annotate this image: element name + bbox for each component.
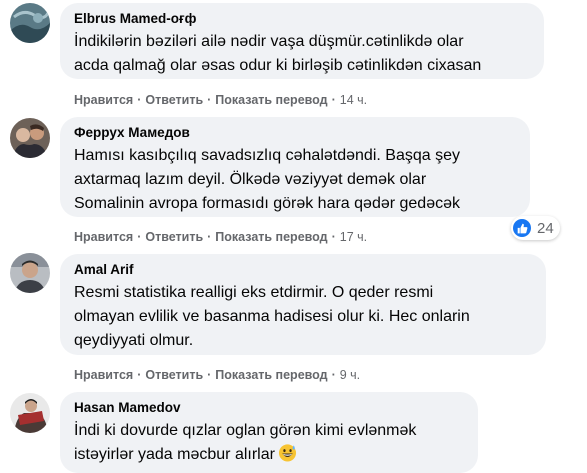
reply-link[interactable]: Ответить — [145, 93, 203, 107]
comment-text-line: acda qalmağ olar əsas odur ki birləşib c… — [74, 57, 482, 74]
comment-actions: Нравится · Ответить · Показать перевод · 9 ч. — [74, 367, 360, 383]
like-link[interactable]: Нравится — [74, 230, 133, 244]
comment-bubble: Amal Arif Resmi statistika realligi eks … — [60, 254, 546, 355]
comment-text: İndi ki dovurde qızlar oglan görən kimi … — [74, 419, 466, 467]
comment-text-line: Resmi statistika realligi eks etdirmir. … — [74, 284, 434, 301]
reply-link[interactable]: Ответить — [145, 230, 203, 244]
comment-actions: Нравится · Ответить · Показать перевод · 14 ч. — [74, 92, 367, 108]
separator: · — [331, 93, 336, 107]
comment-text-fragment: istəyirlər yada məcbur alırlar — [74, 446, 275, 463]
show-translation-link[interactable]: Показать перевод — [215, 230, 327, 244]
comment-actions: Нравится · Ответить · Показать перевод · 17 ч. — [74, 229, 367, 245]
separator: · — [331, 368, 336, 382]
timestamp[interactable]: 14 ч. — [340, 93, 367, 107]
reaction-count: 24 — [537, 219, 554, 237]
like-link[interactable]: Нравится — [74, 368, 133, 382]
comment-text-line: qeydiyyati olmur. — [74, 332, 194, 349]
comment-text-line: İndi ki dovurde qızlar oglan görən kimi … — [74, 422, 417, 439]
show-translation-link[interactable]: Показать перевод — [215, 93, 327, 107]
separator: · — [331, 230, 336, 244]
comment-author[interactable]: Феррух Мамедов — [74, 124, 518, 141]
comment-text-line: olmayan evlilik ve basanma hadisesi olur… — [74, 308, 470, 325]
separator: · — [137, 230, 142, 244]
separator: · — [207, 368, 212, 382]
separator: · — [137, 368, 142, 382]
comment-text: Resmi statistika realligi eks etdirmir. … — [74, 281, 534, 353]
show-translation-link[interactable]: Показать перевод — [215, 368, 327, 382]
comment-bubble: Hasan Mamedov İndi ki dovurde qızlar ogl… — [60, 392, 478, 473]
timestamp[interactable]: 9 ч. — [340, 368, 360, 382]
comment-text: Hamısı kasıbçılıq savadsızlıq cəhalətdən… — [74, 144, 518, 216]
like-link[interactable]: Нравится — [74, 93, 133, 107]
grinning-sweat-emoji-icon — [278, 443, 297, 462]
avatar[interactable] — [10, 3, 50, 43]
thumbs-up-icon — [513, 219, 531, 237]
comment-author[interactable]: Elbrus Mamed-оғф — [74, 10, 532, 27]
timestamp[interactable]: 17 ч. — [340, 230, 367, 244]
comment-text: İndikilərin bəziləri ailə nədir vaşa düş… — [74, 30, 532, 78]
comment-author[interactable]: Hasan Mamedov — [74, 399, 466, 416]
comment-text-line: İndikilərin bəziləri ailə nədir vaşa düş… — [74, 33, 464, 50]
avatar[interactable] — [10, 253, 50, 293]
comment-text-line: Hamısı kasıbçılıq savadsızlıq cəhalətdən… — [74, 147, 460, 164]
avatar[interactable] — [10, 118, 50, 158]
comment-bubble: Феррух Мамедов Hamısı kasıbçılıq savadsı… — [60, 117, 530, 217]
reaction-summary[interactable]: 24 — [511, 216, 560, 240]
separator: · — [207, 230, 212, 244]
separator: · — [137, 93, 142, 107]
separator: · — [207, 93, 212, 107]
comment-text-line: axtarmaq lazım deyil. Ölkədə vəziyyət de… — [74, 171, 427, 188]
comment-text-line: Somalinin avropa formasıdı görək hara qə… — [74, 195, 460, 212]
comment-text-line: istəyirlər yada məcbur alırlar — [74, 443, 466, 467]
comment-bubble: Elbrus Mamed-оғф İndikilərin bəziləri ai… — [60, 3, 544, 79]
avatar[interactable] — [10, 393, 50, 433]
comment-author[interactable]: Amal Arif — [74, 261, 534, 278]
reply-link[interactable]: Ответить — [145, 368, 203, 382]
